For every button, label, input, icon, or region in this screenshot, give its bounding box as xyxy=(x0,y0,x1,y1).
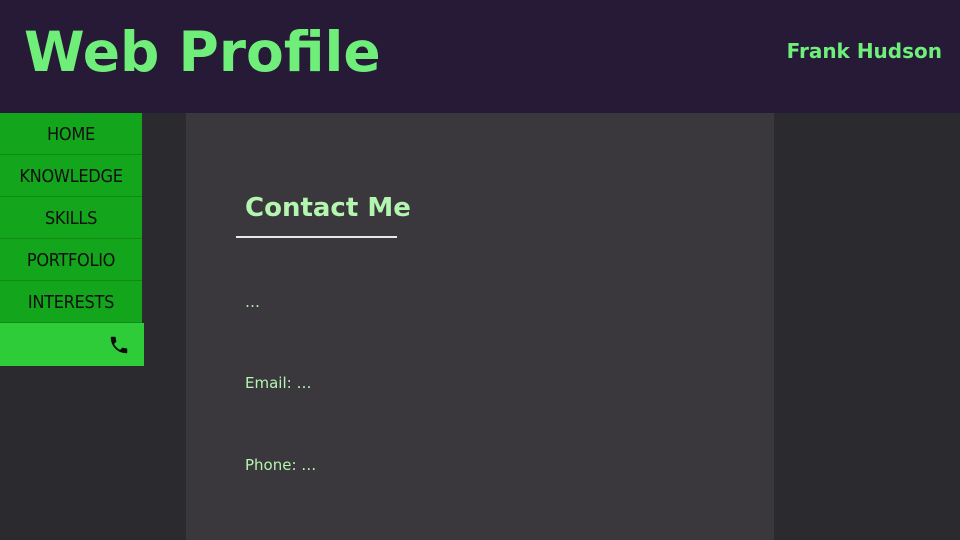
site-title: Web Profile xyxy=(24,20,381,84)
heading-underline xyxy=(236,236,397,238)
email-text: Email: … xyxy=(245,374,312,392)
contact-intro-text: … xyxy=(245,293,260,311)
content-panel xyxy=(186,113,774,540)
nav-item-home[interactable]: HOME xyxy=(0,113,142,155)
sidebar-nav: HOME KNOWLEDGE SKILLS PORTFOLIO INTEREST… xyxy=(0,113,144,366)
user-name: Frank Hudson xyxy=(786,39,942,63)
contact-heading: Contact Me xyxy=(245,193,411,223)
nav-item-knowledge[interactable]: KNOWLEDGE xyxy=(0,155,142,197)
phone-text: Phone: … xyxy=(245,456,317,474)
nav-item-interests[interactable]: INTERESTS xyxy=(0,281,142,323)
site-header: Web Profile Frank Hudson xyxy=(0,0,960,113)
nav-item-portfolio[interactable]: PORTFOLIO xyxy=(0,239,142,281)
phone-icon xyxy=(110,336,128,354)
nav-item-skills[interactable]: SKILLS xyxy=(0,197,142,239)
nav-item-contact[interactable] xyxy=(0,323,144,366)
